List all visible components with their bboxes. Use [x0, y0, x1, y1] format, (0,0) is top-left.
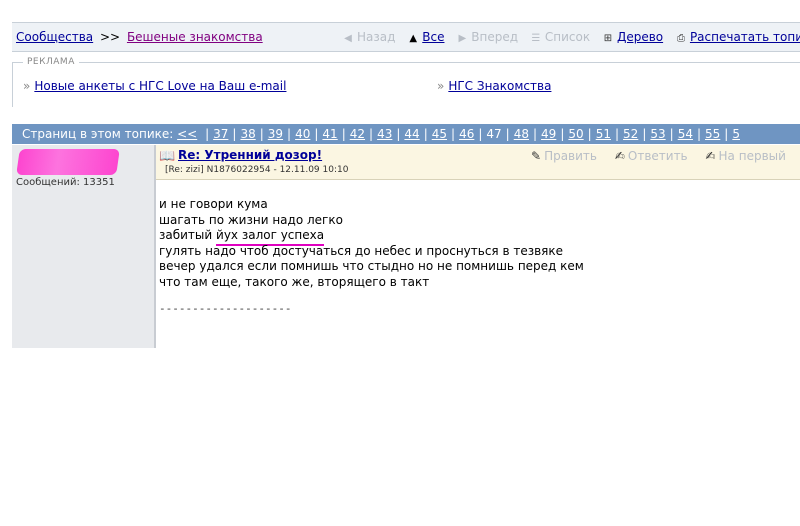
forward-button[interactable]: ▶ Вперед [456, 30, 518, 44]
post-line: что там еще, такого же, вторящего в такт [159, 274, 430, 289]
pager-separator: | [724, 127, 729, 141]
breadcrumb-communities-link[interactable]: Сообщества [16, 30, 93, 44]
pager-page-link[interactable]: 5 [732, 127, 740, 141]
pager-prev-link[interactable]: << [177, 127, 197, 141]
list-button[interactable]: ☰ Список [530, 30, 590, 44]
open-book-icon: 📖 [159, 149, 176, 164]
reply-post-button[interactable]: ✍ Ответить [615, 149, 688, 163]
list-icon: ☰ [531, 33, 541, 44]
pager-page-link[interactable]: 53 [650, 127, 665, 141]
all-button[interactable]: ▲ Все [407, 30, 444, 44]
pager-page-link[interactable]: 44 [404, 127, 419, 141]
pencil-note-icon: ✍ [705, 149, 716, 163]
author-message-count: Сообщений: 13351 [16, 177, 115, 188]
post-line: гулять надо чтоб достучаться до небес и … [159, 243, 564, 258]
breadcrumb-separator: >> [100, 30, 121, 44]
post-line: и не говори кума [159, 197, 268, 211]
pager-page-link[interactable]: 39 [268, 127, 283, 141]
author-panel: Сообщений: 13351 [12, 145, 155, 348]
post-text: и не говори кума шагать по жизни надо ле… [159, 197, 584, 290]
pager-page-link[interactable]: 46 [459, 127, 474, 141]
tree-link[interactable]: Дерево [617, 30, 663, 44]
post-header: 📖 Re: Утренний дозор! [Re: zizi] N187602… [155, 145, 800, 180]
pager-separator: | [696, 127, 702, 141]
pager-page-link[interactable]: 43 [377, 127, 392, 141]
print-topic-button[interactable]: ⎙ Распечатать топик [675, 30, 800, 44]
pager-separator: | [423, 127, 428, 141]
pager-page-link[interactable]: 54 [678, 127, 693, 141]
pager-separator: | [669, 127, 674, 141]
pager-page-link[interactable]: 40 [295, 127, 310, 141]
reply-to-first-button[interactable]: ✍ На первый [705, 149, 785, 163]
pager-separator: | [369, 127, 374, 141]
ad-legend: РЕКЛАМА [23, 57, 79, 67]
pager-current-page: 47 [486, 127, 502, 141]
pager-page-link[interactable]: 38 [240, 127, 255, 141]
ad-link-nsk-love[interactable]: Новые анкеты с НГС Love на Ваш e-mail [34, 79, 286, 93]
pager-page-link[interactable]: 49 [541, 127, 556, 141]
post-body: 📖 Re: Утренний дозор! [Re: zizi] N187602… [155, 145, 800, 348]
pager-page-link[interactable]: 52 [623, 127, 638, 141]
pager-separator: | [396, 127, 401, 141]
pager-separator: | [451, 127, 456, 141]
ad-item-2: » НГС Знакомства [437, 79, 551, 93]
pencil-icon: ✎ [531, 149, 542, 163]
pager-separator: | [560, 127, 565, 141]
pencil-note-icon: ✍ [614, 149, 625, 163]
post-line: шагать по жизни надо легко [159, 212, 343, 227]
pager-page-link[interactable]: 51 [596, 127, 611, 141]
pager-separator: | [505, 127, 510, 141]
all-link[interactable]: Все [422, 30, 444, 44]
highlighted-phrase: йух залог успеха [216, 228, 325, 246]
top-navigation-bar: Сообщества >> Бешеные знакомства ◀ Назад … [12, 22, 800, 52]
breadcrumb-forum-link[interactable]: Бешеные знакомства [127, 30, 263, 44]
pager-page-link[interactable]: 55 [705, 127, 720, 141]
pager-page-link[interactable]: 42 [350, 127, 365, 141]
pager-separator: | [478, 127, 483, 141]
bullet-icon: » [437, 79, 445, 93]
tree-button[interactable]: ⊞ Дерево [602, 30, 663, 44]
post-actions: ✎Править ✍Ответить ✍На первый ✍ [531, 149, 800, 163]
ad-item-1: » Новые анкеты с НГС Love на Ваш e-mail [23, 79, 286, 93]
edit-post-button[interactable]: ✎ Править [531, 149, 597, 163]
topic-nav-links: ◀ Назад ▲ Все ▶ Вперед ☰ Список ⊞ Дерево ⎙ Рас… [342, 30, 800, 44]
back-button[interactable]: ◀ Назад [342, 30, 395, 44]
signature-divider: -------------------- [159, 302, 292, 315]
column-divider [155, 145, 156, 348]
post-title-link[interactable]: Re: Утренний дозор! [178, 148, 322, 162]
pager-separator: | [205, 127, 210, 141]
pager-page-link[interactable]: 45 [432, 127, 447, 141]
pager-links: Страниц в этом топике: << | 37 | 38 | 39 | 40 | 4… [22, 127, 740, 141]
pager-separator: | [232, 127, 237, 141]
printer-icon: ⎙ [676, 33, 685, 44]
page-pager: Страниц в этом топике: << | 37 | 38 | 39 | 40 | 4… [12, 124, 800, 144]
post-meta: [Re: zizi] N1876022954 - 12.11.09 10:10 [165, 165, 349, 175]
tree-icon: ⊞ [603, 33, 613, 44]
pager-separator: | [642, 127, 647, 141]
right-arrow-icon: ▶ [458, 33, 467, 44]
pager-label: Страниц в этом топике: [22, 127, 174, 141]
pager-separator: | [587, 127, 592, 141]
pager-page-link[interactable]: 48 [514, 127, 529, 141]
left-arrow-icon: ◀ [344, 33, 352, 44]
pager-separator: | [341, 127, 346, 141]
pager-page-link[interactable]: 41 [322, 127, 337, 141]
pager-separator: | [287, 127, 292, 141]
ad-link-ngs-dating[interactable]: НГС Знакомства [448, 79, 551, 93]
post-line: вечер удался если помнишь что стыдно но … [159, 259, 584, 273]
advertisement-box: РЕКЛАМА » Новые анкеты с НГС Love на Ваш … [12, 57, 800, 107]
bullet-icon: » [23, 79, 31, 93]
up-arrow-icon: ▲ [409, 33, 418, 44]
pager-page-link[interactable]: 37 [213, 127, 228, 141]
pager-separator: | [259, 127, 264, 141]
pager-separator: | [533, 127, 538, 141]
pager-separator: | [614, 127, 620, 141]
redacted-author-name [16, 149, 120, 175]
breadcrumb: Сообщества >> Бешеные знакомства [16, 30, 263, 44]
pager-separator: | [314, 127, 319, 141]
print-topic-link[interactable]: Распечатать топик [690, 30, 800, 44]
post-line: забитый йух залог успеха [159, 228, 584, 246]
pager-page-link[interactable]: 50 [568, 127, 583, 141]
